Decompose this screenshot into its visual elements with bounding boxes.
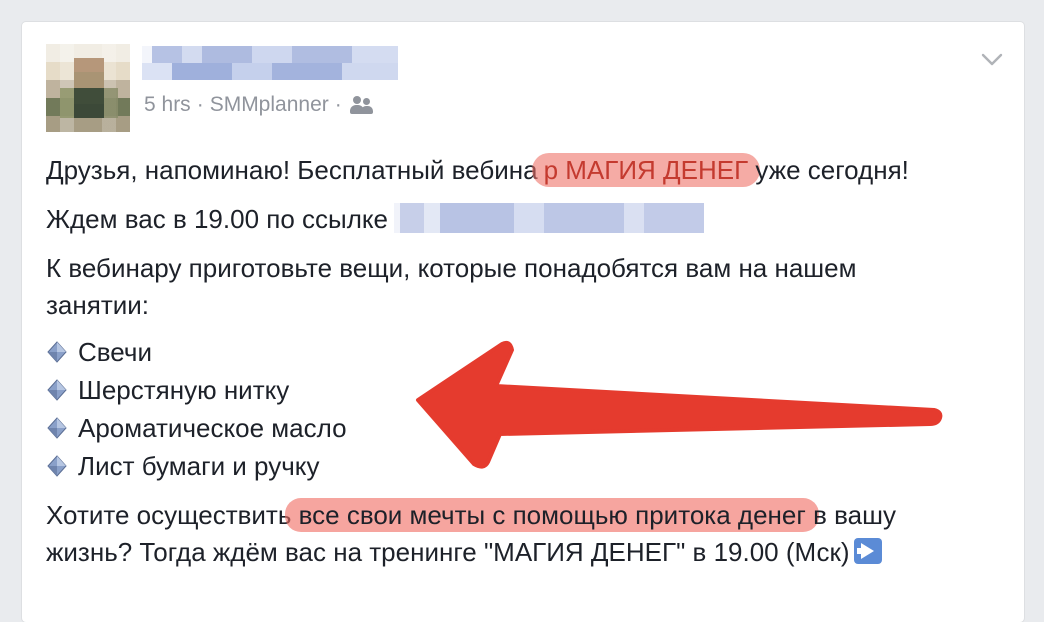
post-card: 5 hrs · SMMplanner · Друзья, напоминаю! … [22, 22, 1024, 622]
red-arrow-annotation [416, 340, 943, 469]
text-segment: Друзья, напоминаю! Бесплатный вебина [46, 155, 538, 185]
list-item-label: Ароматическое масло [78, 412, 347, 443]
diamond-icon [47, 455, 67, 477]
text-segment: р [543, 155, 566, 185]
list-item-label: Лист бумаги и ручку [78, 450, 320, 481]
text-segment: МАГИЯ ДЕНЕГ [565, 155, 749, 185]
chevron-down-icon[interactable] [980, 52, 1004, 68]
post-line-1: Друзья, напоминаю! Бесплатный вебина р МА… [46, 152, 1006, 189]
author-avatar[interactable] [46, 44, 130, 132]
meta-separator: · [334, 93, 342, 116]
text-segment: в вашу [813, 500, 896, 530]
avatar-pixel-block [60, 88, 118, 118]
post-line-3: К вебинару приготовьте вещи, которые пон… [46, 253, 857, 283]
meta-separator: · [196, 93, 204, 116]
post-line-5: Хотите осуществить все свои мечты с помо… [46, 497, 1006, 534]
diamond-icon [47, 341, 67, 363]
post-meta: 5 hrs · SMMplanner · [144, 93, 376, 117]
blur-row [142, 46, 398, 63]
blur-row [142, 63, 398, 80]
post-time[interactable]: 5 hrs [144, 93, 191, 117]
text-segment: уже сегодня! [748, 155, 909, 185]
text-segment: Ждем вас в 19.00 по ссылке [46, 204, 389, 234]
text-segment: Хотите осуществить [46, 500, 292, 530]
diamond-icon [47, 417, 67, 439]
post-line-6: жизнь? Тогда ждём вас на тренинге "МАГИЯ… [46, 534, 1006, 571]
list-item-label: Шерстяную нитку [78, 374, 290, 405]
text-segment: жизнь? Тогда ждём вас на тренинге "МАГИЯ… [46, 537, 850, 567]
arrow-right-emoji [853, 538, 882, 565]
friends-icon[interactable] [349, 95, 376, 115]
diamond-icon [47, 379, 67, 401]
highlight-webinar-name: р МАГИЯ ДЕНЕГ [531, 153, 761, 187]
post-line-2: Ждем вас в 19.00 по ссылке [46, 201, 1006, 238]
author-name-blurred[interactable] [142, 46, 398, 80]
post-source[interactable]: SMMplanner [210, 93, 329, 117]
highlight-dreams-phrase: все свои мечты с помощью притока денег [285, 498, 820, 532]
link-blurred[interactable] [394, 203, 705, 234]
list-item-label: Свечи [78, 336, 152, 367]
post-line-4: занятии: [46, 290, 149, 320]
